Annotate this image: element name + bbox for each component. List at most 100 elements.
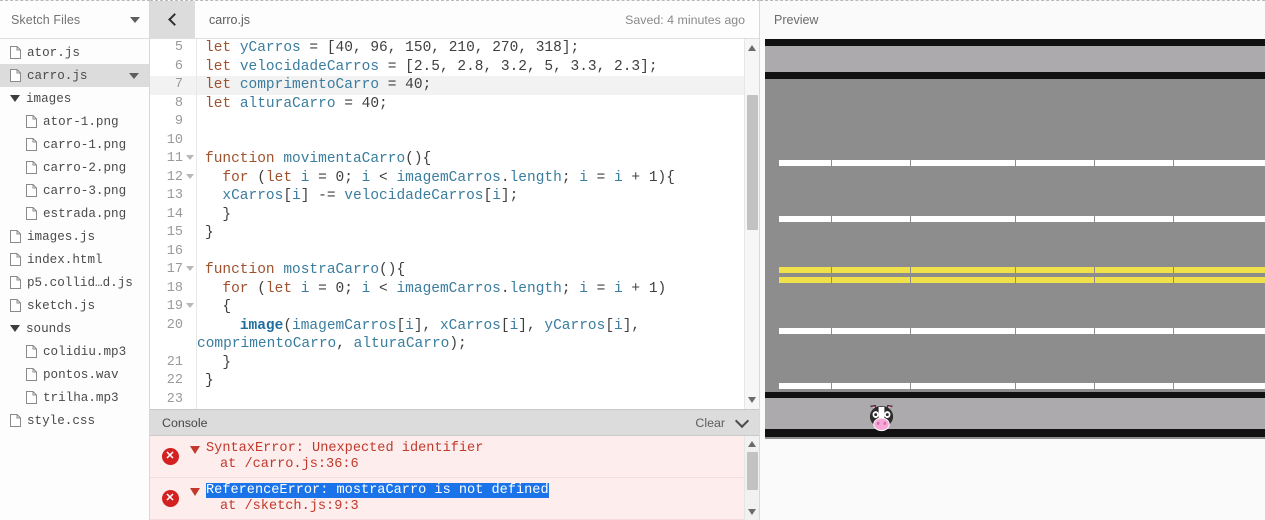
code-line[interactable]: comprimentoCarro, alturaCarro); [150,335,744,354]
code-text[interactable]: } [196,353,744,372]
code-line[interactable]: 7 let comprimentoCarro = 40; [150,76,744,95]
code-text[interactable] [196,131,744,150]
scroll-up-arrow-icon[interactable] [748,45,756,51]
file-list-item-label: carro-3.png [43,183,127,198]
code-lines[interactable]: 5 let yCarros = [40, 96, 150, 210, 270, 3… [150,39,744,409]
code-line[interactable]: 12 for (let i = 0; i < imagemCarros.leng… [150,168,744,187]
triangle-down-icon[interactable] [190,488,200,496]
file-list-item[interactable]: carro.js [0,64,149,87]
code-line[interactable]: 23 [150,390,744,409]
code-text[interactable]: for (let i = 0; i < imagemCarros.length;… [196,279,744,298]
file-list-item[interactable]: colidiu.mp3 [0,340,149,363]
file-list-item[interactable]: sketch.js [0,294,149,317]
code-fold-icon[interactable] [186,266,194,271]
code-fold-icon[interactable] [186,303,194,308]
line-number: 23 [166,391,183,407]
file-list-item[interactable]: ator.js [0,41,149,64]
scroll-up-arrow-icon[interactable] [748,441,756,447]
code-line[interactable]: 19 { [150,298,744,317]
file-list-item[interactable]: ator-1.png [0,110,149,133]
code-line[interactable]: 6 let velocidadeCarros = [2.5, 2.8, 3.2, … [150,57,744,76]
file-list-item[interactable]: images.js [0,225,149,248]
chevron-down-icon[interactable] [129,72,139,79]
clear-console-button[interactable]: Clear [695,416,725,430]
code-text[interactable]: } [196,372,744,391]
code-token: let [205,77,232,93]
code-fold-icon[interactable] [186,173,194,179]
code-line[interactable]: 17 function mostraCarro(){ [150,261,744,280]
lane-dash [910,383,937,389]
file-list-item[interactable]: trilha.mp3 [0,386,149,409]
editor-scrollbar-thumb[interactable] [747,95,758,230]
chevron-down-icon[interactable] [130,16,140,23]
code-text[interactable]: function mostraCarro(){ [196,261,744,280]
code-token: , [352,40,371,56]
code-text[interactable]: } [196,224,744,243]
scroll-down-arrow-icon[interactable] [748,509,756,515]
code-text[interactable]: let velocidadeCarros = [2.5, 2.8, 3.2, 5… [196,57,744,76]
code-text[interactable]: let comprimentoCarro = 40; [196,76,744,95]
code-line[interactable]: 5 let yCarros = [40, 96, 150, 210, 270, 3… [150,39,744,58]
file-list-item[interactable]: style.css [0,409,149,432]
collapse-sidebar-button[interactable] [150,1,195,38]
code-text[interactable]: image(imagemCarros[i], xCarros[i], yCarr… [196,316,744,335]
console-scrollbar-thumb[interactable] [747,452,758,490]
console-scrollbar[interactable] [744,436,759,520]
line-number: 13 [166,188,183,203]
code-text[interactable] [196,113,744,132]
console-header[interactable]: Console Clear [150,409,759,436]
triangle-down-icon[interactable] [190,446,200,454]
scroll-down-arrow-icon[interactable] [748,397,756,403]
console-message[interactable]: ✕ SyntaxError: Unexpected identifier at /c… [150,436,744,478]
file-list-item[interactable]: sounds [0,317,149,340]
folder-open-icon[interactable] [10,95,20,102]
file-list-item[interactable]: carro-3.png [0,179,149,202]
code-line[interactable]: 20 image(imagemCarros[i], xCarros[i], yC… [150,316,744,335]
file-list-item[interactable]: estrada.png [0,202,149,225]
code-line[interactable]: 21 } [150,353,744,372]
code-text[interactable] [196,390,744,409]
code-line[interactable]: 22} [150,372,744,391]
code-text[interactable]: } [196,205,744,224]
code-editor[interactable]: 5 let yCarros = [40, 96, 150, 210, 270, 3… [150,39,759,409]
lane-dash [805,216,832,222]
code-text[interactable]: let alturaCarro = 40; [196,94,744,113]
lane-dash [1147,328,1174,334]
code-text[interactable] [196,242,744,261]
code-line[interactable]: 11 function movimentaCarro(){ [150,150,744,169]
file-list-item[interactable]: pontos.wav [0,363,149,386]
code-text[interactable]: xCarros[i] -= velocidadeCarros[i]; [196,187,744,206]
code-text[interactable]: { [196,298,744,317]
code-token: , [387,40,406,56]
code-line[interactable]: 13 xCarros[i] -= velocidadeCarros[i]; [150,187,744,206]
error-icon: ✕ [150,483,190,514]
code-fold-icon[interactable] [186,155,194,160]
code-text[interactable]: for (let i = 0; i < imagemCarros.length;… [196,168,744,187]
code-token: for [222,280,249,297]
code-line[interactable]: 16 [150,242,744,261]
file-list-item[interactable]: p5.collid…d.js [0,271,149,294]
file-list-item[interactable]: index.html [0,248,149,271]
code-token: ( [248,280,266,297]
code-text[interactable]: let yCarros = [40, 96, 150, 210, 270, 31… [196,39,744,58]
code-line[interactable]: 10 [150,131,744,150]
chevron-down-icon[interactable] [734,413,750,428]
code-text[interactable]: comprimentoCarro, alturaCarro); [196,335,744,354]
code-line[interactable]: 18 for (let i = 0; i < imagemCarros.leng… [150,279,744,298]
code-line[interactable]: 14 } [150,205,744,224]
code-text[interactable]: function movimentaCarro(){ [196,150,744,169]
console-message[interactable]: ✕ ReferenceError: mostraCarro is not defi… [150,478,744,520]
code-line[interactable]: 15} [150,224,744,243]
code-line[interactable]: 8 let alturaCarro = 40; [150,94,744,113]
lane-dash [1226,160,1253,166]
folder-open-icon[interactable] [10,325,20,332]
code-token: , [518,40,536,56]
sketch-canvas[interactable] [765,39,1265,439]
editor-scrollbar[interactable] [744,39,759,409]
lane-dash [779,383,805,389]
file-list-item[interactable]: images [0,87,149,110]
sidebar-header[interactable]: Sketch Files [0,1,149,39]
file-list-item[interactable]: carro-2.png [0,156,149,179]
code-line[interactable]: 9 [150,113,744,132]
file-list-item[interactable]: carro-1.png [0,133,149,156]
